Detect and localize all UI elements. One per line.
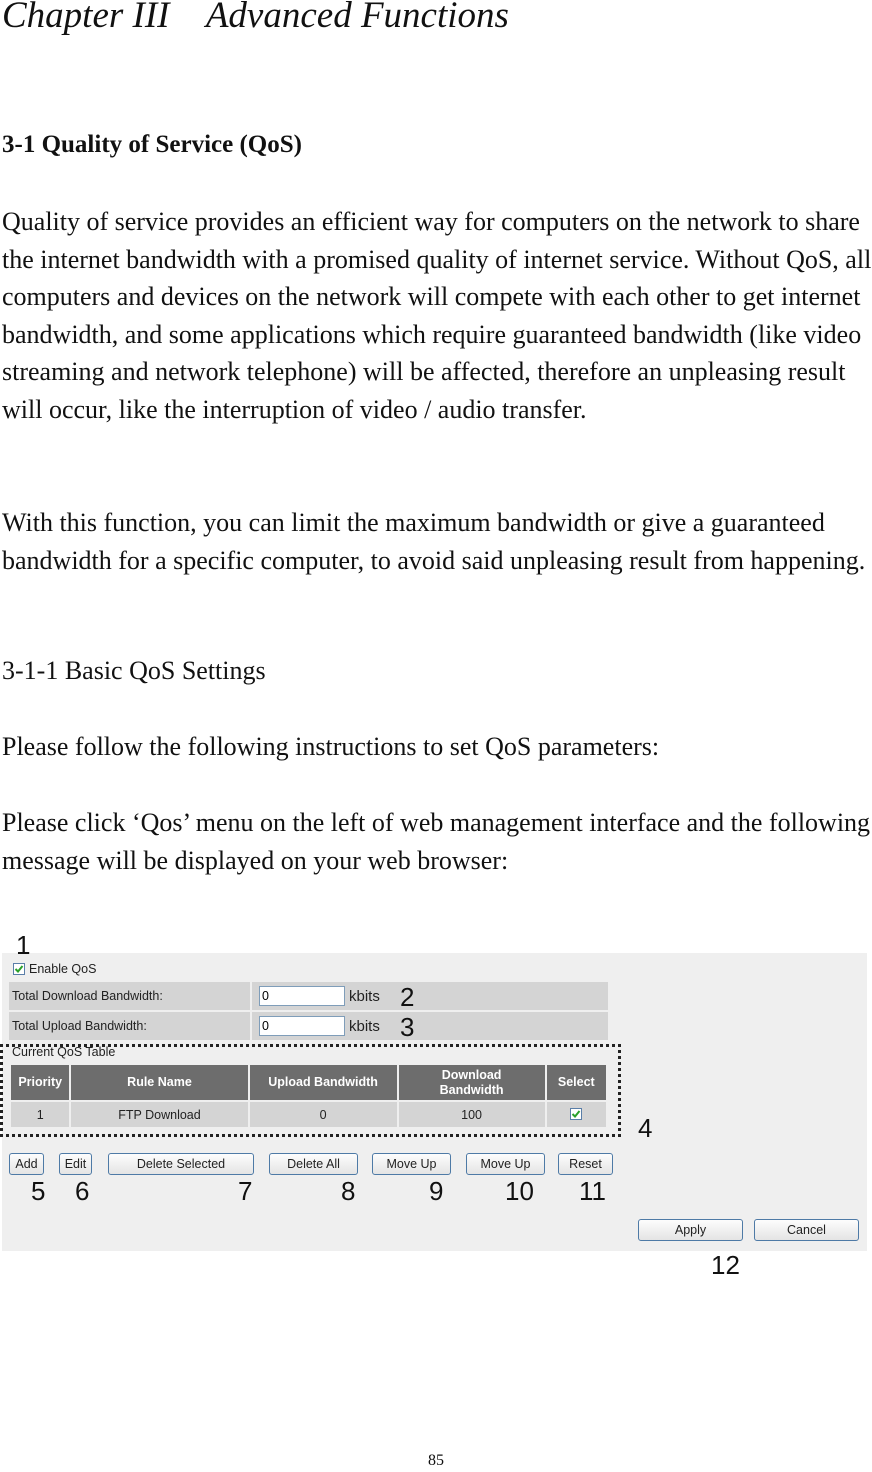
instruction-paragraph: Please follow the following instructions… <box>2 732 660 761</box>
annotation-2: 2 <box>400 982 415 1012</box>
reset-button[interactable]: Reset <box>558 1153 613 1175</box>
cell-rule-name: FTP Download <box>71 1102 248 1127</box>
chapter-title: Chapter III Advanced Functions <box>2 0 509 36</box>
column-header-rule-name: Rule Name <box>71 1065 248 1100</box>
upload-bandwidth-label: Total Upload Bandwidth: <box>9 1012 250 1040</box>
move-down-button[interactable]: Move Up <box>466 1153 545 1175</box>
annotation-6: 6 <box>75 1176 90 1206</box>
annotation-1: 1 <box>16 930 31 960</box>
table-row: 1 FTP Download 0 100 <box>11 1102 606 1127</box>
upload-bandwidth-unit: kbits <box>349 1017 380 1035</box>
annotation-10: 10 <box>505 1176 534 1206</box>
cancel-button[interactable]: Cancel <box>754 1219 859 1241</box>
cell-priority: 1 <box>11 1102 70 1127</box>
annotation-12: 12 <box>711 1250 740 1280</box>
intro-paragraph-2: With this function, you can limit the ma… <box>2 508 866 575</box>
download-bandwidth-unit: kbits <box>349 987 380 1005</box>
upload-bandwidth-input[interactable] <box>259 1016 345 1036</box>
download-bandwidth-row: Total Download Bandwidth: kbits <box>9 982 608 1010</box>
cell-select <box>546 1102 606 1127</box>
add-button[interactable]: Add <box>9 1153 44 1175</box>
column-header-download-bandwidth: Download Bandwidth <box>398 1065 545 1100</box>
row-select-checkbox[interactable] <box>570 1107 583 1120</box>
annotation-11: 11 <box>579 1176 606 1206</box>
delete-all-button[interactable]: Delete All <box>269 1153 358 1175</box>
annotation-9: 9 <box>429 1176 444 1206</box>
annotation-7: 7 <box>238 1176 253 1206</box>
qos-table: Priority Rule Name Upload Bandwidth Down… <box>9 1063 608 1129</box>
section-title: 3-1 Quality of Service (QoS) <box>2 131 302 158</box>
click-note-paragraph: Please click ‘Qos’ menu on the left of w… <box>2 808 871 875</box>
move-up-button[interactable]: Move Up <box>372 1153 451 1175</box>
column-header-select: Select <box>546 1065 606 1100</box>
cell-upload: 0 <box>249 1102 397 1127</box>
upload-bandwidth-row: Total Upload Bandwidth: kbits <box>9 1012 608 1040</box>
enable-qos-label: Enable QoS <box>29 962 97 976</box>
annotation-5: 5 <box>31 1176 46 1206</box>
checkmark-icon <box>14 965 24 973</box>
cell-download: 100 <box>398 1102 545 1127</box>
delete-selected-button[interactable]: Delete Selected <box>108 1153 254 1175</box>
page-number: 85 <box>428 1452 444 1469</box>
download-bandwidth-label: Total Download Bandwidth: <box>9 982 250 1010</box>
subsection-title: 3-1-1 Basic QoS Settings <box>2 656 266 685</box>
column-header-upload-bandwidth: Upload Bandwidth <box>249 1065 397 1100</box>
annotation-3: 3 <box>400 1012 415 1042</box>
annotation-8: 8 <box>341 1176 356 1206</box>
annotation-4: 4 <box>638 1113 653 1143</box>
checkmark-icon <box>572 1109 581 1118</box>
qos-table-title: Current QoS Table <box>12 1045 116 1059</box>
enable-qos-checkbox[interactable] <box>13 963 25 975</box>
download-bandwidth-input[interactable] <box>259 986 345 1006</box>
intro-paragraph-1: Quality of service provides an efficient… <box>2 207 872 424</box>
enable-qos-row[interactable]: Enable QoS <box>13 962 96 976</box>
edit-button[interactable]: Edit <box>59 1153 92 1175</box>
column-header-priority: Priority <box>11 1065 70 1100</box>
apply-button[interactable]: Apply <box>638 1219 743 1241</box>
